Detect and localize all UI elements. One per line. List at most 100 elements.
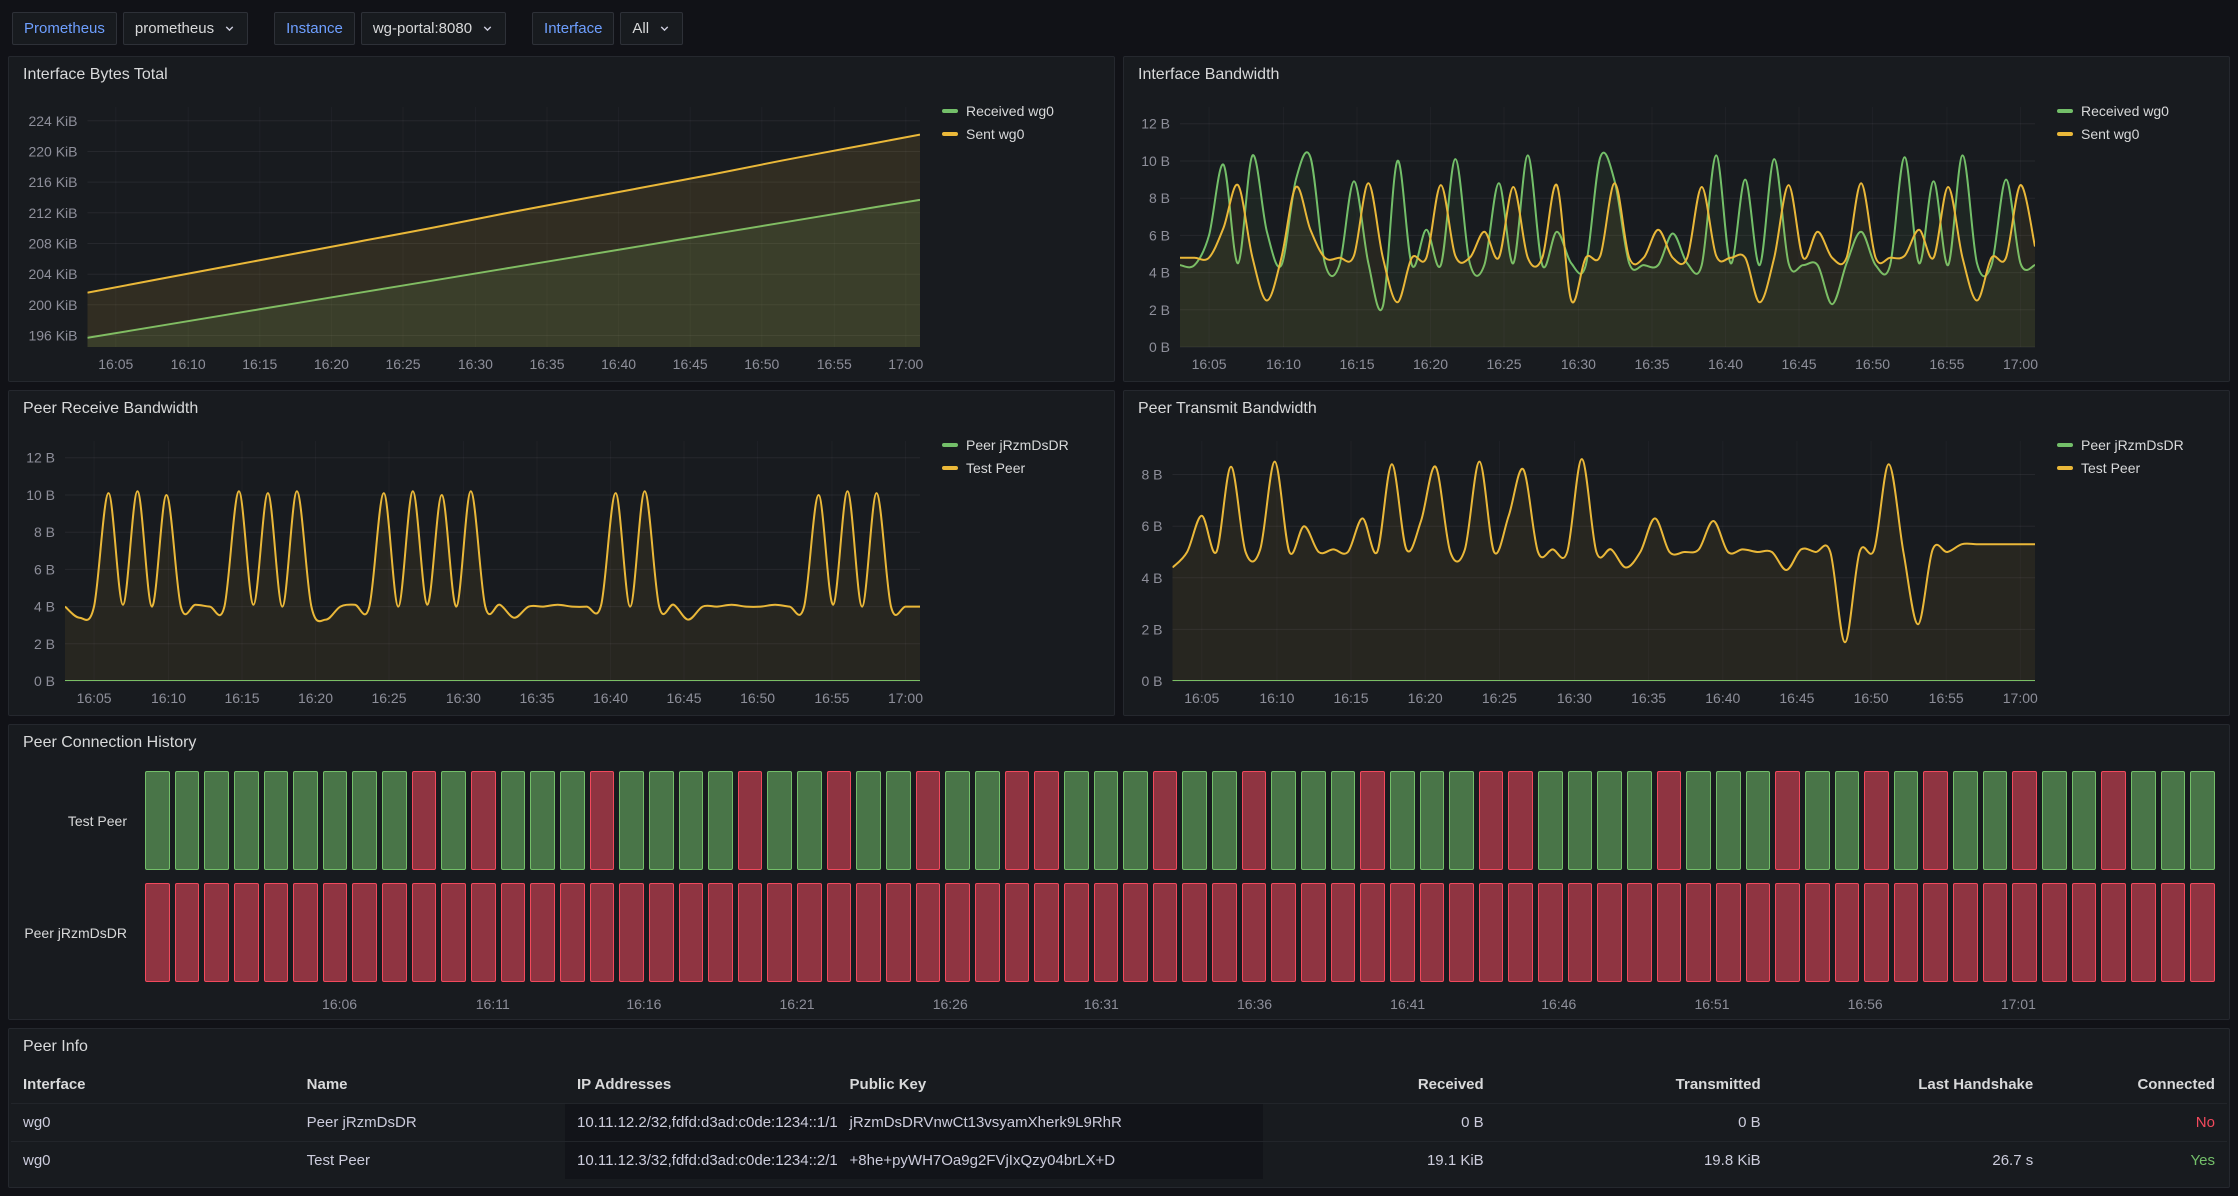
panel-title: Peer Receive Bandwidth — [23, 400, 198, 418]
legend-series-color — [942, 132, 958, 136]
x-axis-label: 16:30 — [1557, 690, 1592, 706]
x-axis-label: 16:10 — [171, 356, 206, 372]
x-axis-label: 16:15 — [242, 356, 277, 372]
state-bar-disconnected — [590, 883, 615, 982]
table-cell: No — [2045, 1104, 2227, 1141]
peer-transmit-bandwidth-chart[interactable]: 0 B2 B4 B6 B8 B16:0516:1016:1516:2016:25… — [1130, 427, 2047, 711]
x-axis-label: 16:36 — [1237, 996, 1272, 1012]
column-header[interactable]: Interface — [11, 1065, 295, 1103]
legend-item[interactable]: Received wg0 — [942, 103, 1104, 119]
table-cell: Peer jRzmDsDR — [295, 1104, 565, 1141]
peer-receive-bandwidth-chart[interactable]: 0 B2 B4 B6 B8 B10 B12 B16:0516:1016:1516… — [15, 427, 932, 711]
column-header[interactable]: Public Key — [838, 1065, 1263, 1103]
column-header[interactable]: Connected — [2045, 1065, 2227, 1103]
panel-peer-transmit-bandwidth: Peer Transmit Bandwidth 0 B2 B4 B6 B8 B1… — [1123, 390, 2230, 716]
x-axis-label: 16:35 — [519, 690, 554, 706]
y-axis-label: 196 KiB — [28, 328, 77, 344]
state-bar-disconnected — [1005, 883, 1030, 982]
x-axis-label: 16:10 — [151, 690, 186, 706]
state-bar-disconnected — [708, 883, 733, 982]
y-axis-label: 10 B — [1141, 153, 1170, 169]
state-bar-disconnected — [1864, 883, 1889, 982]
interface-bandwidth-chart[interactable]: 0 B2 B4 B6 B8 B10 B12 B16:0516:1016:1516… — [1130, 93, 2047, 377]
timeline-bars — [145, 771, 2215, 870]
x-axis-label: 16:10 — [1266, 356, 1301, 372]
state-bar-disconnected — [827, 883, 852, 982]
x-axis-label: 16:05 — [1192, 356, 1227, 372]
y-axis-label: 212 KiB — [28, 205, 77, 221]
state-bar-disconnected — [1242, 883, 1267, 982]
state-bar-connected — [2131, 771, 2156, 870]
chevron-down-icon — [658, 22, 671, 35]
legend-item[interactable]: Sent wg0 — [2057, 126, 2219, 142]
y-axis-label: 220 KiB — [28, 144, 77, 160]
panel-body: 196 KiB200 KiB204 KiB208 KiB212 KiB216 K… — [9, 93, 1114, 381]
state-bar-disconnected — [1657, 883, 1682, 982]
table-cell: 10.11.12.3/32,fdfd:d3ad:c0de:1234::2/128 — [565, 1142, 838, 1179]
table-row: wg0Peer jRzmDsDR10.11.12.2/32,fdfd:d3ad:… — [11, 1103, 2227, 1141]
state-bar-disconnected — [1538, 883, 1563, 982]
panel-title: Interface Bytes Total — [23, 66, 168, 84]
state-bar-disconnected — [945, 883, 970, 982]
state-bar-connected — [1983, 771, 2008, 870]
chart-legend: Received wg0 Sent wg0 — [2047, 93, 2219, 377]
state-bar-connected — [2190, 771, 2215, 870]
instance-dropdown[interactable]: wg-portal:8080 — [361, 12, 506, 45]
state-bar-connected — [1123, 771, 1148, 870]
x-axis-label: 16:40 — [601, 356, 636, 372]
column-header[interactable]: Transmitted — [1496, 1065, 1773, 1103]
state-bar-disconnected — [1094, 883, 1119, 982]
state-bar-connected — [175, 771, 200, 870]
state-bar-connected — [649, 771, 674, 870]
legend-series-name: Test Peer — [2081, 460, 2140, 476]
state-bar-disconnected — [1983, 883, 2008, 982]
legend-item[interactable]: Peer jRzmDsDR — [2057, 437, 2219, 453]
state-bar-disconnected — [1242, 771, 1267, 870]
state-bar-connected — [234, 771, 259, 870]
state-bar-disconnected — [2131, 883, 2156, 982]
x-axis-label: 16:40 — [593, 690, 628, 706]
x-axis-label: 16:05 — [98, 356, 133, 372]
state-bar-disconnected — [382, 883, 407, 982]
table-row: wg0Test Peer10.11.12.3/32,fdfd:d3ad:c0de… — [11, 1141, 2227, 1179]
state-bar-disconnected — [1686, 883, 1711, 982]
table-cell: jRzmDsDRVnwCt13vsyamXherk9L9RhR — [838, 1104, 1263, 1141]
legend-series-name: Test Peer — [966, 460, 1025, 476]
legend-item[interactable]: Test Peer — [2057, 460, 2219, 476]
state-bar-disconnected — [234, 883, 259, 982]
state-bar-disconnected — [1508, 771, 1533, 870]
x-axis-label: 16:50 — [1855, 356, 1890, 372]
x-axis-label: 16:40 — [1705, 690, 1740, 706]
column-header[interactable]: Last Handshake — [1773, 1065, 2046, 1103]
interface-dropdown[interactable]: All — [620, 12, 683, 45]
legend-series-name: Sent wg0 — [2081, 126, 2139, 142]
x-axis-label: 17:00 — [888, 356, 923, 372]
state-bar-disconnected — [323, 883, 348, 982]
column-header[interactable]: Received — [1263, 1065, 1496, 1103]
legend-item[interactable]: Peer jRzmDsDR — [942, 437, 1104, 453]
column-header[interactable]: Name — [295, 1065, 565, 1103]
state-bar-disconnected — [412, 771, 437, 870]
state-bar-connected — [441, 771, 466, 870]
state-bar-connected — [1420, 771, 1445, 870]
legend-item[interactable]: Received wg0 — [2057, 103, 2219, 119]
x-axis-label: 16:16 — [626, 996, 661, 1012]
state-bar-connected — [530, 771, 555, 870]
state-bar-disconnected — [1212, 883, 1237, 982]
y-axis-label: 6 B — [1149, 227, 1170, 243]
timeline-row-label: Test Peer — [15, 771, 145, 870]
legend-item[interactable]: Test Peer — [942, 460, 1104, 476]
state-bar-disconnected — [1360, 883, 1385, 982]
table-cell: wg0 — [11, 1142, 295, 1179]
x-axis-label: 16:56 — [1848, 996, 1883, 1012]
x-axis-label: 16:35 — [529, 356, 564, 372]
y-axis-label: 0 B — [1149, 339, 1170, 355]
table-cell: 19.1 KiB — [1263, 1142, 1496, 1179]
interface-bytes-total-chart[interactable]: 196 KiB200 KiB204 KiB208 KiB212 KiB216 K… — [15, 93, 932, 377]
y-axis-label: 200 KiB — [28, 297, 77, 313]
column-header[interactable]: IP Addresses — [565, 1065, 838, 1103]
datasource-dropdown[interactable]: prometheus — [123, 12, 248, 45]
x-axis-label: 16:50 — [1854, 690, 1889, 706]
legend-item[interactable]: Sent wg0 — [942, 126, 1104, 142]
state-bar-connected — [797, 771, 822, 870]
